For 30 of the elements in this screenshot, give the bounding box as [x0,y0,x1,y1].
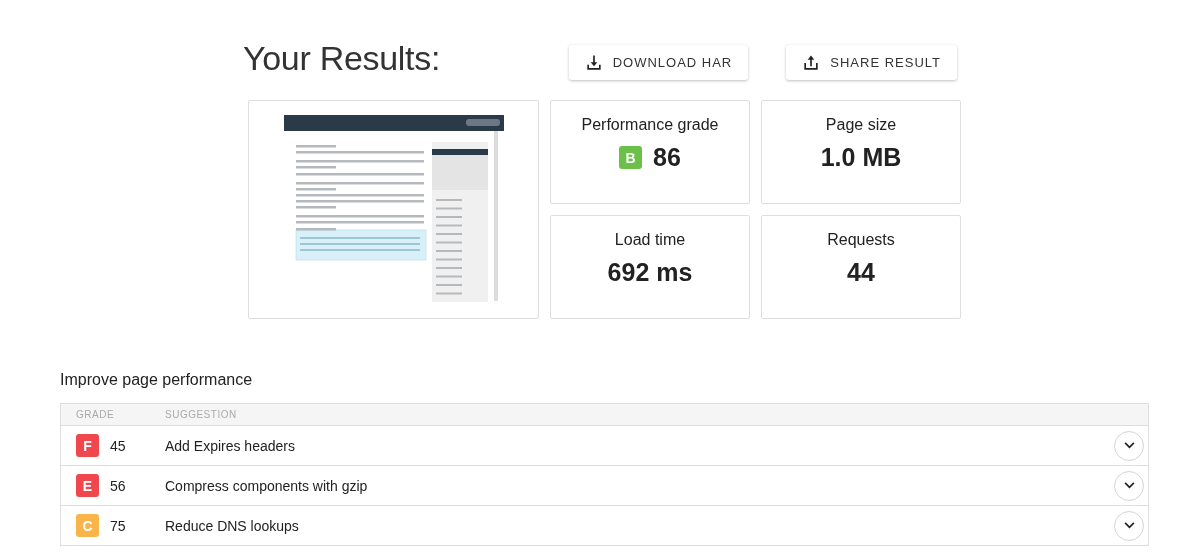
expand-button[interactable] [1114,470,1144,501]
grade-score: 56 [110,477,126,494]
chevron-down-icon [1123,482,1135,489]
share-button[interactable]: SHARE RESULT [786,45,957,80]
chevron-down-icon [1123,522,1135,529]
section-heading: Improve page performance [60,371,254,389]
results-title: Your Results: [243,38,441,78]
expand-button[interactable] [1114,430,1144,461]
metric-label: Requests [827,231,895,249]
grade-badge: F [76,434,99,457]
grade-badge: B [619,146,643,169]
metric-label: Load time [614,231,686,249]
metric-label: Performance grade [581,116,719,134]
suggestion-text: Reduce DNS lookups [165,517,300,534]
grade-score: 75 [110,517,126,534]
grade-score: 45 [110,437,126,454]
metric-value: 44 [847,258,875,287]
column-header: GRADE [75,409,116,420]
grade-badge: E [76,474,99,497]
metric-value: 692 ms [607,258,693,287]
grade-badge: C [76,514,99,537]
column-header: SUGGESTION [165,409,237,420]
metric-value: 86 [653,143,681,172]
metric-value: 1.0 MB [820,143,902,172]
suggestion-text: Add Expires headers [165,437,296,454]
metric-label: Page size [825,116,897,134]
download-button[interactable]: DOWNLOAD HAR [568,45,749,80]
expand-button[interactable] [1114,510,1144,541]
chevron-down-icon [1123,442,1135,449]
suggestion-text: Compress components with gzip [165,477,369,494]
